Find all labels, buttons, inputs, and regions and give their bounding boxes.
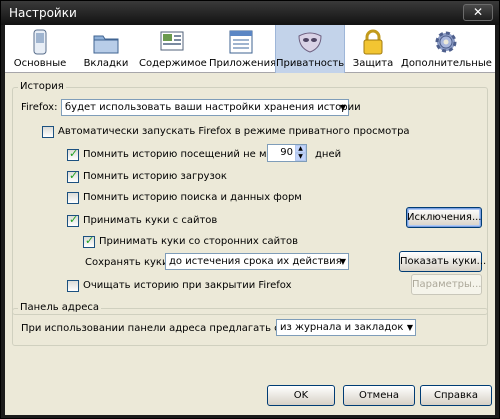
remember-downloads-label: Помнить историю загрузок	[83, 171, 227, 182]
tab-privacy-label: Приватность	[276, 58, 345, 69]
lock-icon	[363, 29, 383, 55]
chevron-down-icon: ▼	[406, 323, 413, 332]
history-mode-select[interactable]: будет использовать ваши настройки хранен…	[61, 99, 361, 116]
remember-search-checkbox[interactable]	[67, 192, 79, 204]
tab-tabs-label: Вкладки	[83, 58, 129, 69]
show-cookies-button[interactable]: Показать куки...	[399, 251, 486, 272]
accept-cookies-label: Принимать куки с сайтов	[83, 215, 218, 226]
tab-content[interactable]: Содержимое	[139, 25, 207, 73]
tab-advanced[interactable]: Дополнительные	[401, 25, 492, 73]
suggest-value: из журнала и закладок	[280, 322, 404, 333]
tab-main[interactable]: Основные	[9, 25, 71, 73]
mask-icon	[298, 32, 322, 53]
checkmark-icon: ✓	[85, 234, 95, 247]
tab-security[interactable]: Защита	[348, 25, 398, 73]
keep-cookies-value: до истечения срока их действия	[169, 256, 342, 267]
gear-icon	[435, 31, 457, 53]
checkmark-icon: ✓	[69, 169, 79, 182]
remember-search-label: Помнить историю поиска и данных форм	[83, 192, 302, 203]
close-button[interactable]: ✕	[463, 4, 493, 21]
tab-main-label: Основные	[13, 58, 67, 69]
exceptions-button[interactable]: Исключения...	[406, 207, 482, 228]
accept-cookies-checkbox[interactable]: ✓	[67, 213, 79, 227]
folder-tabs-icon	[93, 35, 119, 54]
suggest-label: При использовании панели адреса предлага…	[21, 323, 316, 334]
pane-toolbar: Основные Вкладки Содержимое Приложения П…	[5, 25, 495, 73]
suggest-select[interactable]: из журнала и закладок ▼	[276, 319, 416, 336]
auto-private-label: Автоматически запускать Firefox в режиме…	[58, 126, 410, 137]
content-icon	[160, 31, 184, 51]
tab-applications-label: Приложения	[209, 58, 277, 69]
remember-visits-checkbox[interactable]: ✓	[67, 147, 79, 161]
third-party-cookies-checkbox[interactable]: ✓	[83, 234, 95, 248]
history-mode-value: будет использовать ваши настройки хранен…	[65, 102, 361, 113]
tab-tabs[interactable]: Вкладки	[75, 25, 137, 73]
addressbar-legend: Панель адреса	[18, 302, 101, 313]
tab-advanced-label: Дополнительные	[401, 58, 492, 69]
history-days-spinner[interactable]: 90 ▲ ▼	[267, 144, 307, 162]
tab-security-label: Защита	[352, 58, 394, 69]
clear-on-close-checkbox[interactable]	[67, 280, 79, 292]
tab-applications[interactable]: Приложения	[209, 25, 277, 73]
clear-on-close-label: Очищать историю при закрытии Firefox	[83, 280, 292, 291]
tab-privacy[interactable]: Приватность	[275, 25, 345, 73]
history-legend: История	[18, 81, 66, 92]
switch-icon	[33, 29, 47, 55]
tab-content-label: Содержимое	[139, 58, 207, 69]
auto-private-checkbox[interactable]	[42, 126, 54, 138]
spin-down-icon[interactable]: ▼	[295, 153, 306, 161]
keep-cookies-label: Сохранять куки:	[85, 257, 172, 268]
remember-visits-label: Помнить историю посещений не менее	[83, 149, 292, 160]
chevron-down-icon: ▼	[339, 257, 346, 266]
applications-icon	[229, 30, 253, 54]
third-party-cookies-label: Принимать куки со сторонних сайтов	[99, 236, 298, 247]
dialog-body: Основные Вкладки Содержимое Приложения П…	[5, 25, 495, 415]
keep-cookies-select[interactable]: до истечения срока их действия ▼	[165, 253, 349, 270]
cancel-button[interactable]: Отмена	[343, 385, 415, 406]
title-bar: Настройки ✕	[1, 1, 499, 25]
ok-button[interactable]: OK	[267, 385, 335, 406]
clear-settings-button[interactable]: Параметры...	[411, 274, 482, 295]
firefox-label: Firefox:	[21, 102, 58, 113]
chevron-down-icon: ▼	[339, 103, 346, 112]
remember-downloads-checkbox[interactable]: ✓	[67, 169, 79, 183]
days-suffix-label: дней	[315, 149, 342, 160]
history-days-value: 90	[280, 147, 293, 158]
checkmark-icon: ✓	[69, 147, 79, 160]
checkmark-icon: ✓	[69, 213, 79, 226]
preferences-window: Настройки ✕ Основные Вкладки Содержимое …	[0, 0, 500, 419]
window-title: Настройки	[9, 6, 77, 20]
help-button[interactable]: Справка	[420, 385, 492, 406]
spin-up-icon[interactable]: ▲	[295, 145, 306, 153]
